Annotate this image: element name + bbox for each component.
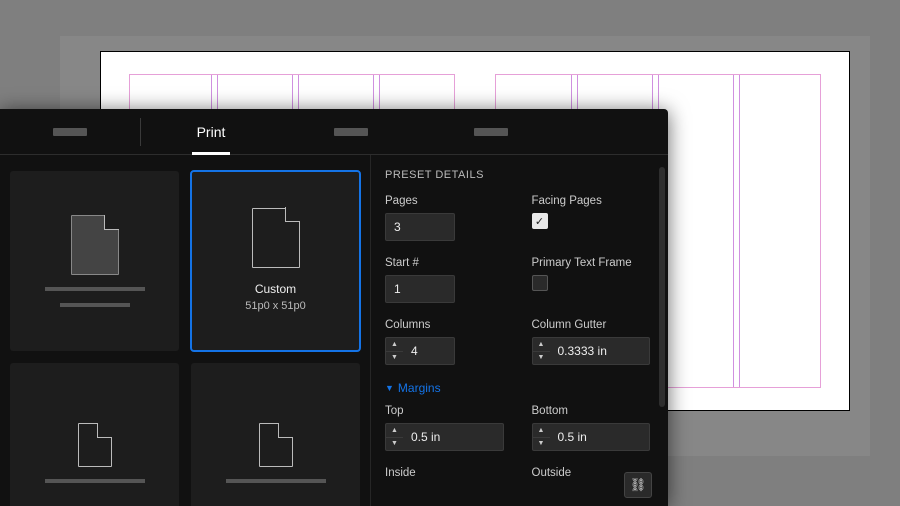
chevron-up-icon: ▲ (386, 338, 403, 352)
document-icon (252, 208, 300, 268)
columns-label: Columns (385, 319, 504, 331)
chevron-down-icon: ▼ (386, 352, 403, 365)
margin-bottom-stepper[interactable]: ▲▼ (532, 423, 550, 451)
document-icon (259, 423, 293, 467)
start-number-label: Start # (385, 257, 504, 269)
pages-input[interactable]: 3 (385, 213, 455, 241)
preset-item[interactable] (10, 171, 179, 351)
document-icon (78, 423, 112, 467)
margin-top-label: Top (385, 405, 504, 417)
preset-label-placeholder (226, 479, 326, 483)
chevron-down-icon: ▼ (385, 383, 394, 393)
pages-label: Pages (385, 195, 504, 207)
tab-print[interactable]: Print (141, 124, 281, 140)
facing-pages-checkbox[interactable]: ✓ (532, 213, 548, 229)
margin-top-stepper[interactable]: ▲▼ (385, 423, 403, 451)
preset-label-placeholder (45, 287, 145, 291)
panel-heading: PRESET DETAILS (385, 169, 650, 181)
margin-inside-label: Inside (385, 467, 504, 479)
preset-dimensions: 51p0 x 51p0 (245, 298, 306, 315)
column-gutter-label: Column Gutter (532, 319, 651, 331)
tab-placeholder[interactable] (334, 128, 368, 136)
preset-title: Custom (245, 280, 306, 298)
tab-placeholder[interactable] (474, 128, 508, 136)
margin-bottom-input[interactable]: 0.5 in (550, 423, 651, 451)
tab-placeholder[interactable] (53, 128, 87, 136)
chevron-down-icon: ▼ (533, 438, 550, 451)
scrollbar[interactable] (659, 167, 665, 407)
margin-bottom-label: Bottom (532, 405, 651, 417)
preset-label-placeholder (45, 479, 145, 483)
margins-section-toggle[interactable]: ▼ Margins (385, 381, 650, 395)
columns-stepper[interactable]: ▲▼ (385, 337, 403, 365)
column-gutter-input[interactable]: 0.3333 in (550, 337, 651, 365)
new-document-dialog: Print Custom 51p0 x 51p0 (0, 109, 668, 506)
primary-text-frame-label: Primary Text Frame (532, 257, 651, 269)
document-icon (71, 215, 119, 275)
chevron-up-icon: ▲ (533, 424, 550, 438)
preset-grid: Custom 51p0 x 51p0 (0, 155, 370, 506)
preset-item-custom[interactable]: Custom 51p0 x 51p0 (191, 171, 360, 351)
margins-section-label: Margins (398, 381, 441, 395)
link-icon: ⛓ (630, 477, 647, 493)
primary-text-frame-checkbox[interactable] (532, 275, 548, 291)
preset-sub-placeholder (60, 303, 130, 307)
link-margins-button[interactable]: ⛓ (624, 472, 652, 498)
category-tabs: Print (0, 109, 668, 155)
facing-pages-label: Facing Pages (532, 195, 651, 207)
preset-item[interactable] (10, 363, 179, 506)
chevron-up-icon: ▲ (533, 338, 550, 352)
preset-item[interactable] (191, 363, 360, 506)
margin-top-input[interactable]: 0.5 in (403, 423, 504, 451)
chevron-up-icon: ▲ (386, 424, 403, 438)
chevron-down-icon: ▼ (386, 438, 403, 451)
chevron-down-icon: ▼ (533, 352, 550, 365)
gutter-stepper[interactable]: ▲▼ (532, 337, 550, 365)
preset-details-panel: PRESET DETAILS Pages 3 Facing Pages ✓ St… (370, 155, 668, 506)
start-number-input[interactable]: 1 (385, 275, 455, 303)
columns-input[interactable]: 4 (403, 337, 455, 365)
